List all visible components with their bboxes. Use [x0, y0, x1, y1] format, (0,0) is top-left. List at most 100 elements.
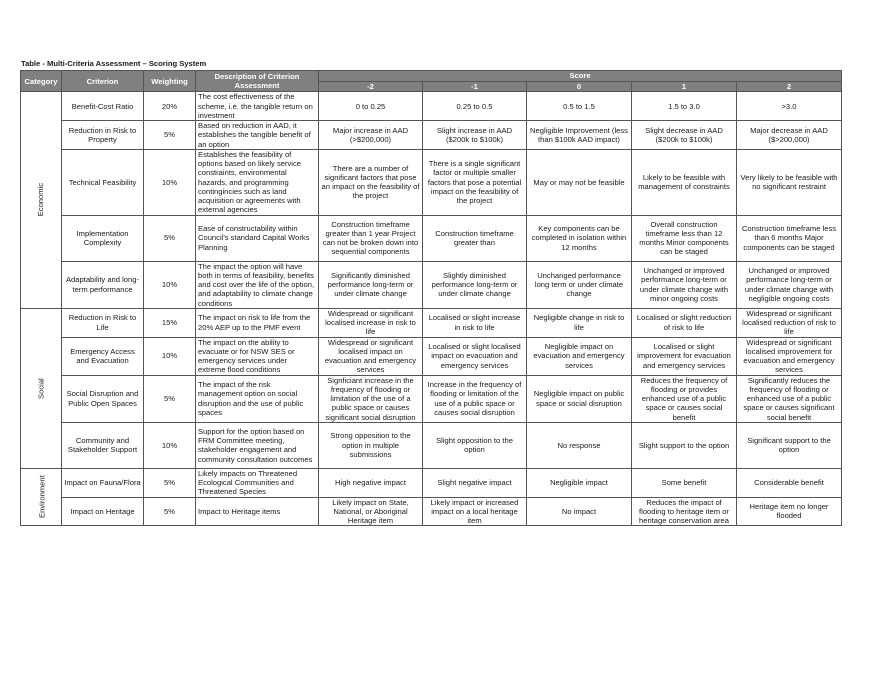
score-cell: Likely to be feasible with management of… [631, 148, 737, 216]
description-cell: Ease of constructability within Council'… [195, 214, 319, 262]
weighting-cell: 5% [143, 496, 196, 527]
score-cell: Key components can be completed in isola… [526, 214, 632, 262]
score-cell: Significant support to the option [735, 421, 843, 469]
score-cell: Localised or slight reduction of risk to… [631, 307, 737, 338]
category-cell: Social [20, 307, 62, 469]
score-cell: May or may not be feasible [526, 148, 632, 216]
score-cell: Negligible impact on public space or soc… [526, 374, 632, 423]
table-row: Adaptability and long-term performance 10… [21, 260, 843, 309]
description-cell: The impact on the ability to evacuate or… [195, 336, 319, 376]
score-cell: Reduces the impact of flooding to herita… [631, 496, 737, 527]
header-score-level: -2 [318, 80, 423, 93]
score-cell: Slightly diminished performance long-ter… [422, 260, 527, 309]
table-row: Implementation Complexity 5% Ease of const… [21, 214, 843, 262]
score-cell: Increase in the frequency of flooding or… [422, 374, 527, 423]
score-cell: Negligible impact [526, 467, 632, 498]
description-cell: The cost effectiveness of the scheme, i.… [195, 91, 319, 121]
table-body: Economic Benefit-Cost Ratio 20% The cost ef… [20, 91, 843, 527]
score-cell: Widespread or significant localised incr… [318, 307, 423, 338]
header-score-level: 1 [631, 80, 737, 93]
score-cell: Localised or slight increase in risk to … [422, 307, 527, 338]
score-cell: Significantly diminished performance lon… [318, 260, 423, 309]
score-cell: There are a number of significant factor… [318, 148, 423, 216]
criterion-cell: Reduction in Risk to Property [61, 120, 144, 150]
weighting-cell: 10% [143, 148, 196, 216]
header-score-level: 2 [735, 80, 843, 93]
score-cell: Unchanged or improved performance long-t… [735, 260, 843, 309]
table-row: Environment Impact on Fauna/Flora 5% Likely… [20, 467, 843, 527]
score-cell: Negligible change in risk to life [526, 307, 632, 338]
table-row: Social Reduction in Risk to Life 15% The im… [20, 307, 843, 469]
description-cell: The impact of the risk management option… [195, 374, 319, 423]
score-cell: Some benefit [631, 467, 737, 498]
criterion-cell: Benefit-Cost Ratio [61, 91, 144, 121]
criterion-cell: Reduction in Risk to Life [61, 307, 144, 338]
score-cell: Unchanged performance long term or under… [526, 260, 632, 309]
score-cell: No response [526, 421, 632, 469]
score-cell: 1.5 to 3.0 [631, 91, 737, 121]
header-category: Category [20, 69, 62, 93]
score-cell: 0.5 to 1.5 [526, 91, 632, 121]
criterion-cell: Impact on Fauna/Flora [61, 467, 144, 498]
score-cell: Construction timeframe less than 6 month… [735, 214, 843, 262]
weighting-cell: 15% [143, 307, 196, 338]
category-label: Economic [36, 183, 46, 217]
weighting-cell: 5% [143, 467, 196, 498]
criterion-cell: Community and Stakeholder Support [61, 421, 144, 469]
score-cell: Slight decrease in AAD ($200k to $100k) [631, 120, 737, 150]
header-criterion: Criterion [61, 69, 144, 93]
scoring-table: Category Criterion Weighting Description… [20, 69, 843, 527]
table-row: Community and Stakeholder Support 10% Supp… [21, 421, 843, 469]
score-cell: Strong opposition to the option in multi… [318, 421, 423, 469]
score-cell: Reduces the frequency of flooding or pro… [631, 374, 737, 423]
score-cell: Negligible impact on evacuation and emer… [526, 336, 632, 376]
description-cell: The impact on risk to life from the 20% … [195, 307, 319, 338]
criterion-cell: Emergency Access and Evacuation [61, 336, 144, 376]
score-cell: Widespread or significant localised impa… [318, 336, 423, 376]
score-cell: >3.0 [735, 91, 843, 121]
score-cell: Major decrease in AAD ($>200,000) [735, 120, 843, 150]
score-cell: Heritage item no longer flooded [735, 496, 843, 527]
weighting-cell: 5% [143, 214, 196, 262]
criterion-cell: Impact on Heritage [61, 496, 144, 527]
table-row: Emergency Access and Evacuation 10% The im… [21, 336, 843, 376]
weighting-cell: 20% [143, 91, 196, 121]
header-weighting: Weighting [143, 69, 196, 93]
category-label: Environment [37, 475, 47, 519]
description-cell: Based on reduction in AAD, it establishe… [195, 120, 319, 150]
score-cell: Widespread or significant localised redu… [735, 307, 843, 338]
description-cell: Establishes the feasibility of options b… [195, 148, 319, 216]
score-cell: Negligible Improvement (less than $100k … [526, 120, 632, 150]
header-score-level: 0 [526, 80, 632, 93]
criterion-cell: Adaptability and long-term performance [61, 260, 144, 309]
category-label: Social [36, 377, 46, 399]
criterion-cell: Technical Feasibility [61, 148, 144, 216]
score-cell: Construction timeframe greater than [422, 214, 527, 262]
score-cell: There is a single significant factor or … [422, 148, 527, 216]
score-cell: Slight opposition to the option [422, 421, 527, 469]
weighting-cell: 10% [143, 421, 196, 469]
score-cell: Widespread or significant localised impr… [735, 336, 843, 376]
description-cell: The impact the option will have both in … [195, 260, 319, 309]
description-cell: Support for the option based on FRM Comm… [195, 421, 319, 469]
criterion-cell: Implementation Complexity [61, 214, 144, 262]
criterion-cell: Social Disruption and Public Open Spaces [61, 374, 144, 423]
category-cell: Economic [20, 91, 62, 309]
score-cell: Construction timeframe greater than 1 ye… [318, 214, 423, 262]
score-cell: Significantly reduces the frequency of f… [735, 374, 843, 423]
table-row: Social Disruption and Public Open Spaces… [21, 374, 843, 423]
category-cell: Environment [20, 467, 62, 527]
score-cell: Signficiant increase in the frequency of… [318, 374, 423, 423]
score-cell: High negative impact [318, 467, 423, 498]
table-row: Impact on Heritage 5% Impact to Heritage i… [21, 496, 843, 527]
table-row: Reduction in Risk to Property 5% Based on … [21, 120, 843, 150]
table-row: Technical Feasibility 10% Establishes the … [21, 148, 843, 216]
score-cell: Localised or slight localised impact on … [422, 336, 527, 376]
score-cell: Slight support to the option [631, 421, 737, 469]
weighting-cell: 10% [143, 336, 196, 376]
score-cell: Slight increase in AAD ($200k to $100k) [422, 120, 527, 150]
table-row: Economic Benefit-Cost Ratio 20% The cost ef… [20, 91, 843, 309]
description-cell: Likely impacts on Threatened Ecological … [195, 467, 319, 498]
score-cell: 0.25 to 0.5 [422, 91, 527, 121]
score-cell: Likely impact or increased impact on a l… [422, 496, 527, 527]
